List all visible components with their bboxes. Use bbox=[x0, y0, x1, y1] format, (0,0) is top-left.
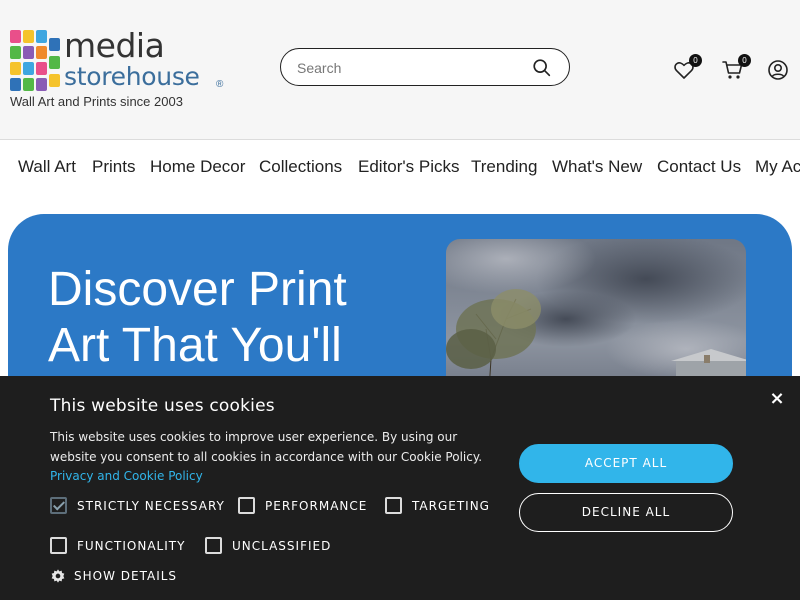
checkbox-label: UNCLASSIFIED bbox=[232, 538, 332, 553]
nav-item-whats-new[interactable]: What's New bbox=[552, 157, 642, 177]
accept-all-button[interactable]: ACCEPT ALL bbox=[519, 444, 733, 483]
hero-title: Discover Print Art That You'll bbox=[48, 263, 347, 372]
checkbox-functionality[interactable]: FUNCTIONALITY bbox=[50, 537, 185, 554]
cookie-title: This website uses cookies bbox=[50, 396, 275, 416]
checkbox-label: TARGETING bbox=[412, 498, 490, 513]
decline-all-button[interactable]: DECLINE ALL bbox=[519, 493, 733, 532]
nav-item-prints[interactable]: Prints bbox=[92, 157, 135, 177]
checkbox-empty-icon bbox=[50, 537, 67, 554]
checkbox-empty-icon bbox=[205, 537, 222, 554]
cookie-consent-banner: × This website uses cookies This website… bbox=[0, 376, 800, 600]
checkbox-performance[interactable]: PERFORMANCE bbox=[238, 497, 367, 514]
show-details-toggle[interactable]: SHOW DETAILS bbox=[50, 568, 177, 584]
logo-text-storehouse: storehouse bbox=[64, 62, 200, 91]
logo-mark-icon bbox=[10, 30, 60, 92]
nav-item-contact-us[interactable]: Contact Us bbox=[657, 157, 741, 177]
close-icon[interactable]: × bbox=[768, 390, 786, 408]
cart-button[interactable]: 0 bbox=[721, 54, 751, 82]
privacy-policy-link[interactable]: Privacy and Cookie Policy bbox=[50, 469, 203, 483]
user-icon bbox=[768, 60, 788, 80]
site-header: media storehouse ® Wall Art and Prints s… bbox=[0, 0, 800, 140]
nav-item-trending[interactable]: Trending bbox=[471, 157, 537, 177]
checkbox-label: FUNCTIONALITY bbox=[77, 538, 186, 553]
nav-item-collections[interactable]: Collections bbox=[259, 157, 342, 177]
checkbox-empty-icon bbox=[238, 497, 255, 514]
checkbox-empty-icon bbox=[385, 497, 402, 514]
checkbox-checked-icon bbox=[50, 497, 67, 514]
checkbox-targeting[interactable]: TARGETING bbox=[385, 497, 490, 514]
search-box bbox=[280, 48, 570, 86]
cart-count-badge: 0 bbox=[738, 54, 751, 67]
checkbox-strictly-necessary[interactable]: STRICTLY NECESSARY bbox=[50, 497, 225, 514]
account-button[interactable] bbox=[766, 58, 790, 82]
checkbox-label: PERFORMANCE bbox=[265, 498, 368, 513]
gear-icon bbox=[51, 569, 65, 583]
logo-text-media: media bbox=[64, 26, 165, 65]
logo-registered-mark: ® bbox=[216, 79, 224, 90]
cookie-description-text: This website uses cookies to improve use… bbox=[50, 430, 483, 464]
nav-item-wall-art[interactable]: Wall Art bbox=[18, 157, 76, 177]
nav-item-my-account[interactable]: My Account bbox=[755, 157, 800, 177]
show-details-label: SHOW DETAILS bbox=[74, 569, 178, 583]
search-icon[interactable] bbox=[531, 57, 553, 79]
checkbox-unclassified[interactable]: UNCLASSIFIED bbox=[205, 537, 331, 554]
cookie-description: This website uses cookies to improve use… bbox=[50, 428, 500, 487]
nav-item-home-decor[interactable]: Home Decor bbox=[150, 157, 245, 177]
tagline: Wall Art and Prints since 2003 bbox=[10, 94, 183, 109]
nav-item-editors-picks[interactable]: Editor's Picks bbox=[358, 157, 460, 177]
main-nav: Wall Art Prints Home Decor Collections E… bbox=[0, 140, 800, 194]
checkbox-label: STRICTLY NECESSARY bbox=[77, 498, 225, 513]
search-input[interactable] bbox=[297, 57, 517, 79]
wishlist-button[interactable]: 0 bbox=[672, 54, 702, 82]
wishlist-count-badge: 0 bbox=[689, 54, 702, 67]
